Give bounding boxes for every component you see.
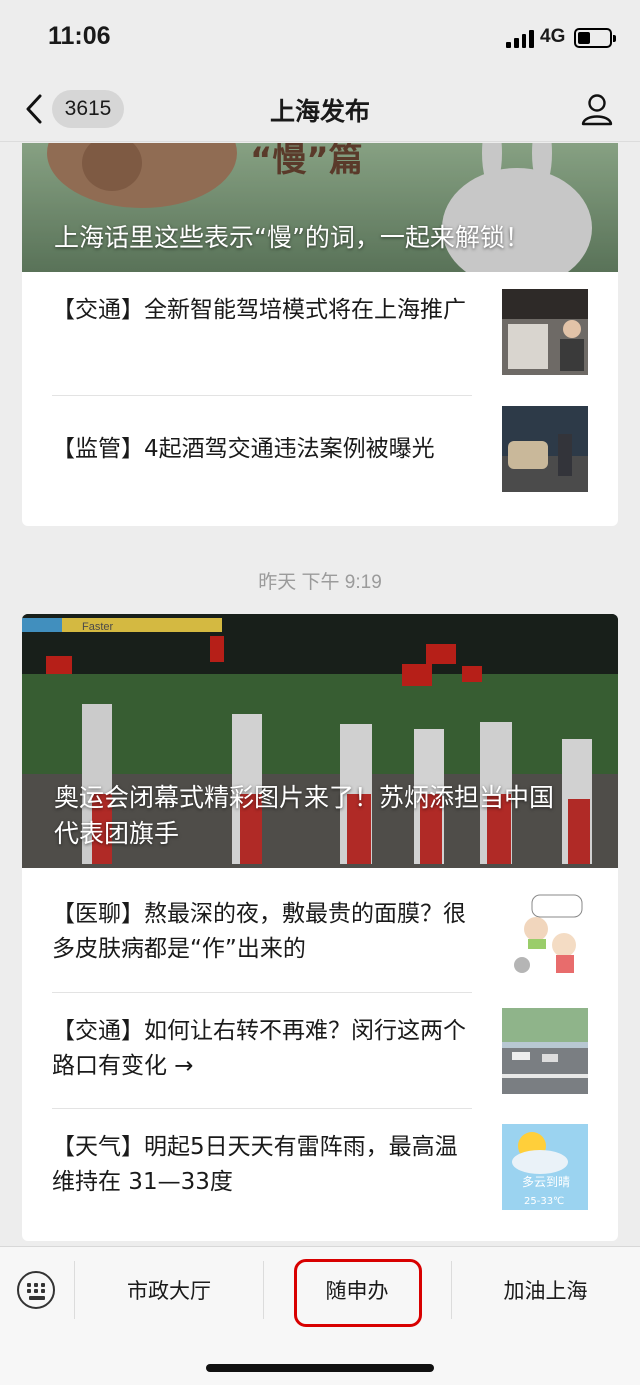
hero-caption: 上海话里这些表示“慢”的词，一起来解锁！ [54,223,530,252]
menu-item-go-shanghai[interactable]: 加油上海 [451,1261,640,1321]
nav-bar: 3615 上海发布 [0,78,640,142]
article-title: 【交通】全新智能驾培模式将在上海推广 [52,297,466,323]
page-title: 上海发布 [269,97,370,126]
list-item[interactable]: 【交通】全新智能驾培模式将在上海推广 [52,289,588,379]
divider [52,992,472,993]
hero-caption: 奥运会闭幕式精彩图片来了！苏炳添担当中国代表团旗手 [54,783,555,848]
article-feed: “慢”篇 上海话里这些表示“慢”的词，一起来解锁！ 【交通】全新智能驾培模式将在… [0,143,640,1246]
battery-icon [574,28,616,48]
status-time: 11:06 [48,22,111,50]
list-item[interactable]: 【医聊】熬最深的夜，敷最贵的面膜？很多皮肤病都是“作”出来的 [52,891,588,977]
signal-icon [506,28,534,48]
article-title: 【医聊】熬最深的夜，敷最贵的面膜？很多皮肤病都是“作”出来的 [52,901,466,962]
menu-item-municipal-hall[interactable]: 市政大厅 [74,1261,264,1321]
timestamp: 昨天 下午 9:19 [258,572,382,593]
highlight-box [294,1259,422,1327]
keyboard-icon[interactable] [17,1271,55,1309]
hero-article[interactable]: Faster 奥运会闭幕式精彩图片来了！苏炳添担当中国代表团旗手 [22,614,618,868]
article-card: “慢”篇 上海话里这些表示“慢”的词，一起来解锁！ 【交通】全新智能驾培模式将在… [22,143,618,526]
article-thumbnail [502,1008,588,1094]
article-thumbnail: 多云到晴 25-33℃ [502,1124,588,1210]
article-card: Faster 奥运会闭幕式精彩图片来了！苏炳添担当中国代表团旗手 【医聊】熬最深… [22,614,618,1241]
list-item[interactable]: 【交通】如何让右转不再难？闵行这两个路口有变化 → [52,1008,588,1094]
thumb-text: 多云到晴 [522,1175,570,1189]
hero-article[interactable]: “慢”篇 上海话里这些表示“慢”的词，一起来解锁！ [22,143,618,272]
divider [52,395,472,396]
divider [52,1108,472,1109]
article-thumbnail [502,289,588,375]
home-indicator[interactable] [206,1364,434,1372]
article-thumbnail [502,406,588,492]
profile-icon[interactable] [580,92,614,126]
list-item[interactable]: 【监管】4起酒驾交通违法案例被曝光 [52,406,588,496]
article-title: 【监管】4起酒驾交通违法案例被曝光 [52,436,435,462]
hero-art-text: “慢”篇 [250,143,363,180]
thumb-text: 25-33℃ [524,1196,564,1207]
list-item[interactable]: 【天气】明起5日天天有雷阵雨，最高温维持在 31—33度 多云到晴 25-33℃ [52,1124,588,1210]
article-title: 【交通】如何让右转不再难？闵行这两个路口有变化 → [52,1018,466,1079]
network-type: 4G [540,26,566,47]
status-bar: 11:06 4G [0,0,640,78]
article-title: 【天气】明起5日天天有雷阵雨，最高温维持在 31—33度 [52,1134,458,1195]
article-thumbnail [502,891,588,977]
